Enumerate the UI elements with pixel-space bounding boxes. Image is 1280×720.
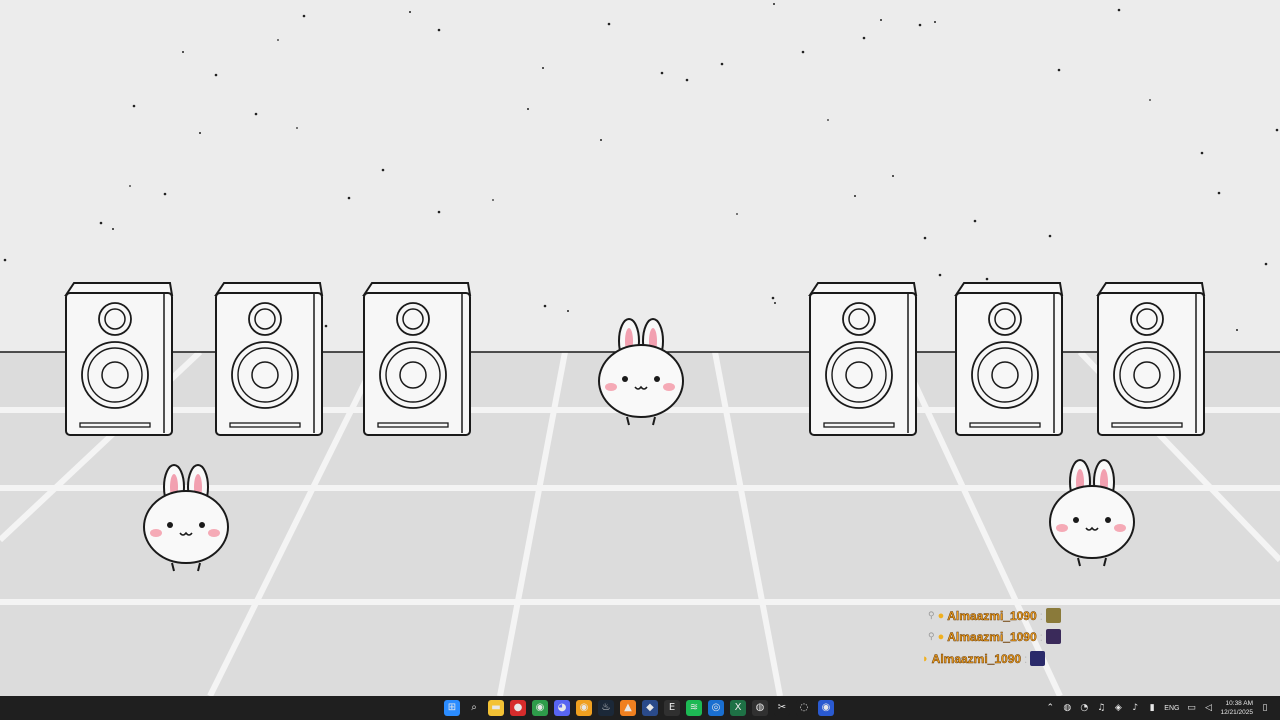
app-icon[interactable]: ◆ — [642, 700, 658, 716]
speaker-right-1 — [809, 282, 917, 436]
tray-app-icon[interactable]: ◔ — [1079, 703, 1089, 713]
volume-icon[interactable]: ◁ — [1203, 703, 1213, 713]
system-tray: ⌃ ◍ ◔ ♫ ◈ ♪ ▮ ENG ▭ ◁ 10:38 AM 12/21/202… — [1045, 696, 1270, 720]
language-indicator[interactable]: ENG — [1164, 705, 1179, 712]
clock[interactable]: 10:38 AM 12/21/2025 — [1220, 699, 1253, 717]
chevron-up-icon[interactable]: ⌃ — [1045, 703, 1055, 713]
clock-time: 10:38 AM — [1225, 700, 1253, 707]
speaker-left-1 — [65, 282, 173, 436]
steelseries-icon[interactable]: ◈ — [1113, 703, 1123, 713]
chrome-icon[interactable]: ◉ — [532, 700, 548, 716]
chrome-canary-icon[interactable]: ◉ — [576, 700, 592, 716]
headset-icon[interactable]: ♫ — [1096, 703, 1106, 713]
taskbar-apps: ⊞ ⌕ ▬ ● ◉ ◕ ◉ ♨ ▲ ◆ E ≋ ◎ X ◍ ✂ ◌ ◉ — [444, 696, 834, 720]
speaker-right-2 — [955, 282, 1063, 436]
spotify-icon[interactable]: ≋ — [686, 700, 702, 716]
search-icon[interactable]: ⌕ — [466, 700, 482, 716]
network-app-icon[interactable]: ◍ — [1062, 703, 1072, 713]
windows-start-icon[interactable]: ⊞ — [444, 700, 460, 716]
speaker-left-3 — [363, 282, 471, 436]
epic-games-icon[interactable]: E — [664, 700, 680, 716]
headphones-icon[interactable]: ♪ — [1130, 703, 1140, 713]
excel-icon[interactable]: X — [730, 700, 746, 716]
file-explorer-icon[interactable]: ▬ — [488, 700, 504, 716]
speaker-right-3 — [1097, 282, 1205, 436]
notification-icon[interactable]: ▯ — [1260, 703, 1270, 713]
vlc-icon[interactable]: ▲ — [620, 700, 636, 716]
monitor-icon[interactable]: ▭ — [1186, 703, 1196, 713]
bunny-speaker-scene — [0, 0, 1280, 696]
discord-icon[interactable]: ◕ — [554, 700, 570, 716]
speaker-left-2 — [215, 282, 323, 436]
blue-app-icon[interactable]: ◉ — [818, 700, 834, 716]
browser-icon[interactable]: ◎ — [708, 700, 724, 716]
steam-icon[interactable]: ♨ — [598, 700, 614, 716]
clock-date: 12/21/2025 — [1220, 709, 1253, 716]
windows-taskbar: ⊞ ⌕ ▬ ● ◉ ◕ ◉ ♨ ▲ ◆ E ≋ ◎ X ◍ ✂ ◌ ◉ ⌃ ◍ ◔ ♫ ◈ ♪ ▮ ENG ▭ ◁… — [0, 696, 1280, 720]
screen-recorder-icon[interactable]: ● — [510, 700, 526, 716]
activity-icon[interactable]: ◌ — [796, 700, 812, 716]
microphone-icon[interactable]: ▮ — [1147, 703, 1157, 713]
obs-icon[interactable]: ◍ — [752, 700, 768, 716]
capcut-icon[interactable]: ✂ — [774, 700, 790, 716]
